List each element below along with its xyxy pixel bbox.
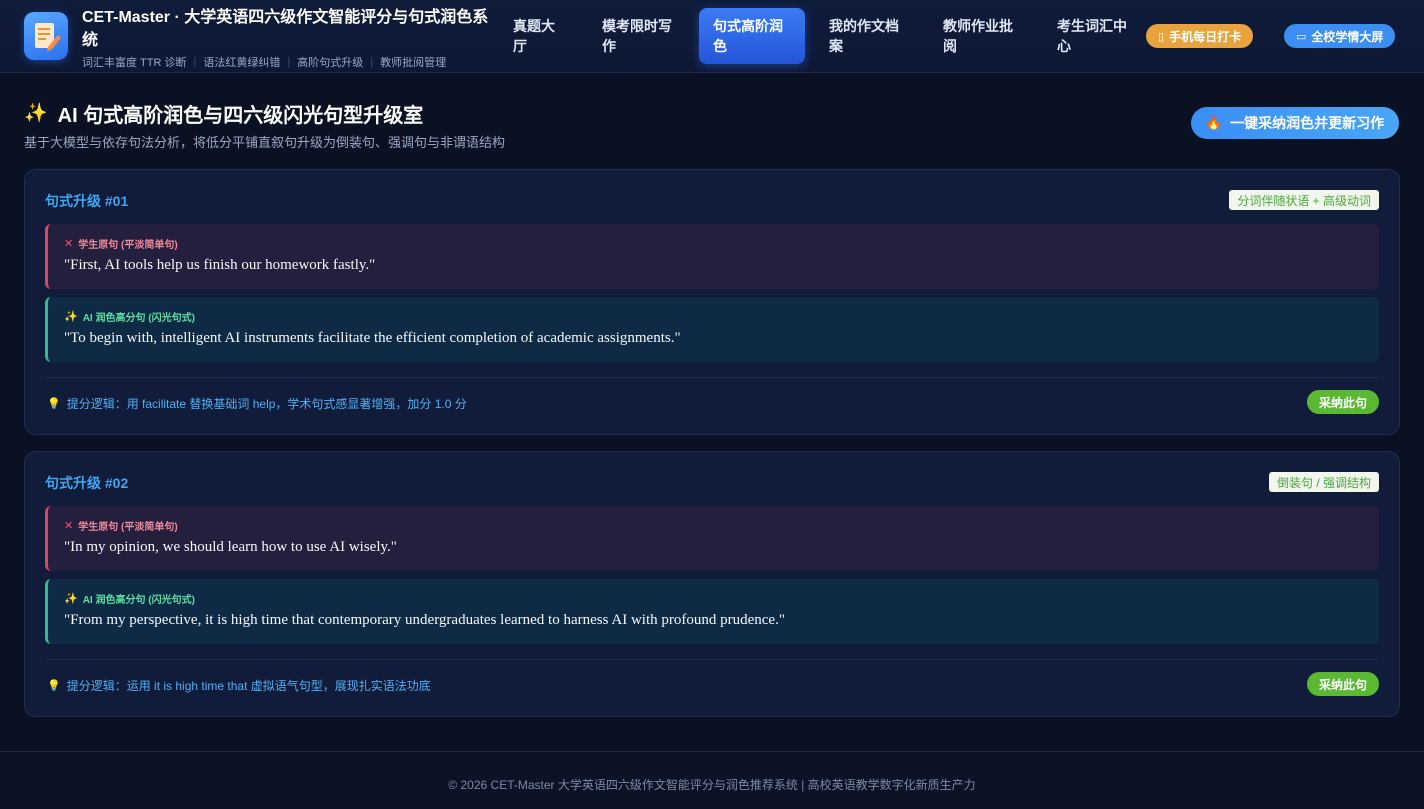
original-label-text: 学生原句 (平淡简单句) <box>78 521 178 533</box>
original-label: ✕ 学生原句 (平淡简单句) <box>64 518 1363 533</box>
phone-icon: ▯ <box>1158 30 1165 43</box>
tag-ttr: 词汇丰富度 TTR 诊断 <box>82 57 187 69</box>
fire-icon: 🔥 <box>1205 115 1223 130</box>
checkin-label: 手机每日打卡 <box>1169 29 1242 44</box>
cross-icon: ✕ <box>64 237 74 250</box>
brand-title: CET-Master · 大学英语四六级作文智能评分与句式润色系统 <box>82 9 489 49</box>
nav-sentence-polish[interactable]: 句式高阶润色 <box>699 8 805 64</box>
polished-label-text: AI 润色高分句 (闪光句式) <box>82 594 195 606</box>
polished-label: ✨ AI 润色高分句 (闪光句式) <box>64 591 1363 606</box>
card-title: 句式升级 #02 <box>45 475 129 491</box>
nav-essay-archive[interactable]: 我的作文档案 <box>815 8 919 64</box>
dashboard-button[interactable]: ▭ 全校学情大屏 <box>1284 24 1396 48</box>
lightbulb-icon: 💡 <box>47 398 61 410</box>
lightbulb-icon: 💡 <box>47 680 61 692</box>
footer-text: © 2026 CET-Master 大学英语四六级作文智能评分与润色推荐系统 |… <box>448 778 976 792</box>
sparkles-icon: ✨ <box>64 592 78 605</box>
score-logic: 💡 提分逻辑：用 facilitate 替换基础词 help，学术句式感显著增强… <box>47 395 467 412</box>
adopt-sentence-button[interactable]: 采纳此句 <box>1307 672 1379 696</box>
adopt-sentence-button[interactable]: 采纳此句 <box>1307 390 1379 414</box>
card-tag: 倒装句 / 强调结构 <box>1268 472 1379 492</box>
page-footer: © 2026 CET-Master 大学英语四六级作文智能评分与润色推荐系统 |… <box>0 751 1424 809</box>
nav-vocab-center[interactable]: 考生词汇中心 <box>1043 8 1143 64</box>
card-title: 句式升级 #01 <box>45 193 129 209</box>
score-logic-text: 提分逻辑：用 facilitate 替换基础词 help，学术句式感显著增强，加… <box>66 397 467 411</box>
original-label: ✕ 学生原句 (平淡简单句) <box>64 236 1363 251</box>
page-subtitle: 基于大模型与依存句法分析，将低分平铺直叙句升级为倒装句、强调句与非谓语结构 <box>24 135 506 150</box>
top-header: CET-Master · 大学英语四六级作文智能评分与句式润色系统 词汇丰富度 … <box>0 0 1424 73</box>
original-sentence: "First, AI tools help us finish our home… <box>64 257 376 273</box>
original-sentence-box: ✕ 学生原句 (平淡简单句) "In my opinion, we should… <box>45 506 1379 571</box>
page-title: ✨ AI 句式高阶润色与四六级闪光句型升级室 <box>24 99 423 127</box>
sentence-upgrade-card: 句式升级 #02 倒装句 / 强调结构 ✕ 学生原句 (平淡简单句) "In m… <box>24 451 1400 717</box>
nav-exam-hall[interactable]: 真题大厅 <box>499 8 575 64</box>
polished-label: ✨ AI 润色高分句 (闪光句式) <box>64 309 1363 324</box>
nav-timed-writing[interactable]: 模考限时写作 <box>588 8 688 64</box>
apply-all-label: 一键采纳润色并更新习作 <box>1230 115 1385 131</box>
original-sentence-box: ✕ 学生原句 (平淡简单句) "First, AI tools help us … <box>45 224 1379 289</box>
document-pen-icon <box>35 23 61 51</box>
monitor-icon: ▭ <box>1296 30 1307 43</box>
sparkles-icon: ✨ <box>64 310 78 323</box>
original-sentence: "In my opinion, we should learn how to u… <box>64 539 397 555</box>
apply-all-button[interactable]: 🔥 一键采纳润色并更新习作 <box>1191 107 1399 139</box>
polished-label-text: AI 润色高分句 (闪光句式) <box>82 312 195 324</box>
polished-sentence: "From my perspective, it is high time th… <box>64 612 785 628</box>
card-tag: 分词伴随状语 + 高级动词 <box>1229 190 1379 210</box>
tag-separator: | <box>287 56 291 68</box>
dashboard-label: 全校学情大屏 <box>1311 29 1384 44</box>
score-logic-text: 提分逻辑：运用 it is high time that 虚拟语气句型，展现扎实… <box>66 679 431 693</box>
polished-sentence: "To begin with, intelligent AI instrumen… <box>64 330 681 346</box>
nav-teacher-review[interactable]: 教师作业批阅 <box>929 8 1033 64</box>
tag-separator: | <box>370 56 374 68</box>
polished-sentence-box: ✨ AI 润色高分句 (闪光句式) "From my perspective, … <box>45 579 1379 644</box>
sentence-upgrade-card: 句式升级 #01 分词伴随状语 + 高级动词 ✕ 学生原句 (平淡简单句) "F… <box>24 169 1400 435</box>
brand-tags: 词汇丰富度 TTR 诊断 | 语法红黄绿纠错 | 高阶句式升级 | 教师批阅管理 <box>82 55 446 69</box>
page-title-text: AI 句式高阶润色与四六级闪光句型升级室 <box>57 104 424 127</box>
tag-sentence: 高阶句式升级 <box>297 57 364 69</box>
app-logo[interactable] <box>24 12 68 60</box>
tag-separator: | <box>193 56 197 68</box>
polished-sentence-box: ✨ AI 润色高分句 (闪光句式) "To begin with, intell… <box>45 297 1379 362</box>
sparkles-icon: ✨ <box>24 103 48 124</box>
checkin-button[interactable]: ▯ 手机每日打卡 <box>1146 24 1254 48</box>
tag-teacher: 教师批阅管理 <box>380 57 447 69</box>
score-logic: 💡 提分逻辑：运用 it is high time that 虚拟语气句型，展现… <box>47 677 431 694</box>
divider <box>45 377 1379 378</box>
tag-grammar: 语法红黄绿纠错 <box>203 57 281 69</box>
original-label-text: 学生原句 (平淡简单句) <box>78 239 178 251</box>
divider <box>45 659 1379 660</box>
cross-icon: ✕ <box>64 519 74 532</box>
